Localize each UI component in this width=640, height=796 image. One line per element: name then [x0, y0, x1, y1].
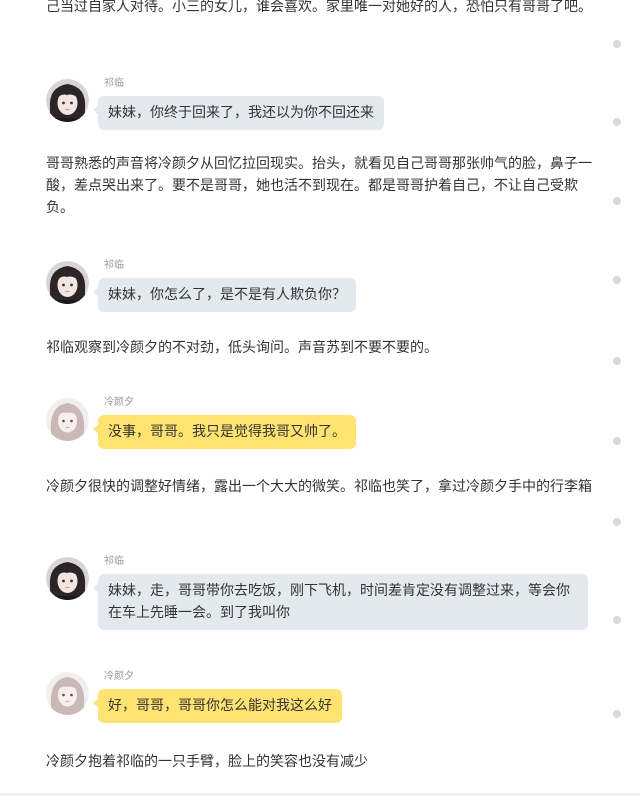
light-hair-avatar-icon[interactable] — [46, 672, 89, 715]
dot-icon — [613, 276, 621, 284]
narration-paragraph: 冷颜夕抱着祁临的一只手臂，脸上的笑容也没有减少 — [46, 754, 368, 770]
narration-paragraph: 己当过自家人对待。小三的女儿，谁会喜欢。家里唯一对她好的人，恐怕只有哥哥了吧。 — [46, 0, 592, 15]
chat-bubble: 好，哥哥，哥哥你怎么能对我这么好 — [98, 689, 342, 723]
dot-icon — [613, 710, 621, 718]
dark-hair-avatar-icon[interactable] — [46, 557, 89, 600]
narration-paragraph: 祁临观察到冷颜夕的不对劲，低头询问。声音苏到不要不要的。 — [46, 340, 438, 356]
dot-icon — [613, 518, 621, 526]
chat-bubble: 妹妹，你怎么了，是不是有人欺负你？ — [98, 278, 356, 312]
chat-bubble: 妹妹，你终于回来了，我还以为你不回还来 — [98, 96, 384, 130]
narration-paragraph: 哥哥熟悉的声音将冷颜夕从回忆拉回现实。抬头，就看见自己哥哥那张帅气的脸，鼻子一酸… — [46, 156, 592, 216]
chat-bubble: 没事，哥哥。我只是觉得我哥又帅了。 — [98, 415, 356, 449]
dot-icon — [613, 197, 621, 205]
dot-icon — [613, 357, 621, 365]
dot-icon — [613, 437, 621, 445]
dot-icon — [613, 118, 621, 126]
dot-icon — [613, 616, 621, 624]
speaker-name: 祁临 — [104, 556, 124, 567]
narration-paragraph: 冷颜夕很快的调整好情绪，露出一个大大的微笑。祁临也笑了，拿过冷颜夕手中的行李箱 — [46, 479, 592, 495]
speaker-name: 冷颜夕 — [104, 671, 134, 682]
chat-story: 己当过自家人对待。小三的女儿，谁会喜欢。家里唯一对她好的人，恐怕只有哥哥了吧。 … — [0, 0, 640, 796]
dark-hair-avatar-icon[interactable] — [46, 79, 89, 122]
light-hair-avatar-icon[interactable] — [46, 398, 89, 441]
speaker-name: 冷颜夕 — [104, 397, 134, 408]
speaker-name: 祁临 — [104, 78, 124, 89]
chat-bubble: 妹妹，走，哥哥带你去吃饭，刚下飞机，时间差肯定没有调整过来，等会你在车上先睡一会… — [98, 574, 588, 630]
dot-icon — [613, 40, 621, 48]
speaker-name: 祁临 — [104, 260, 124, 271]
dark-hair-avatar-icon[interactable] — [46, 261, 89, 304]
